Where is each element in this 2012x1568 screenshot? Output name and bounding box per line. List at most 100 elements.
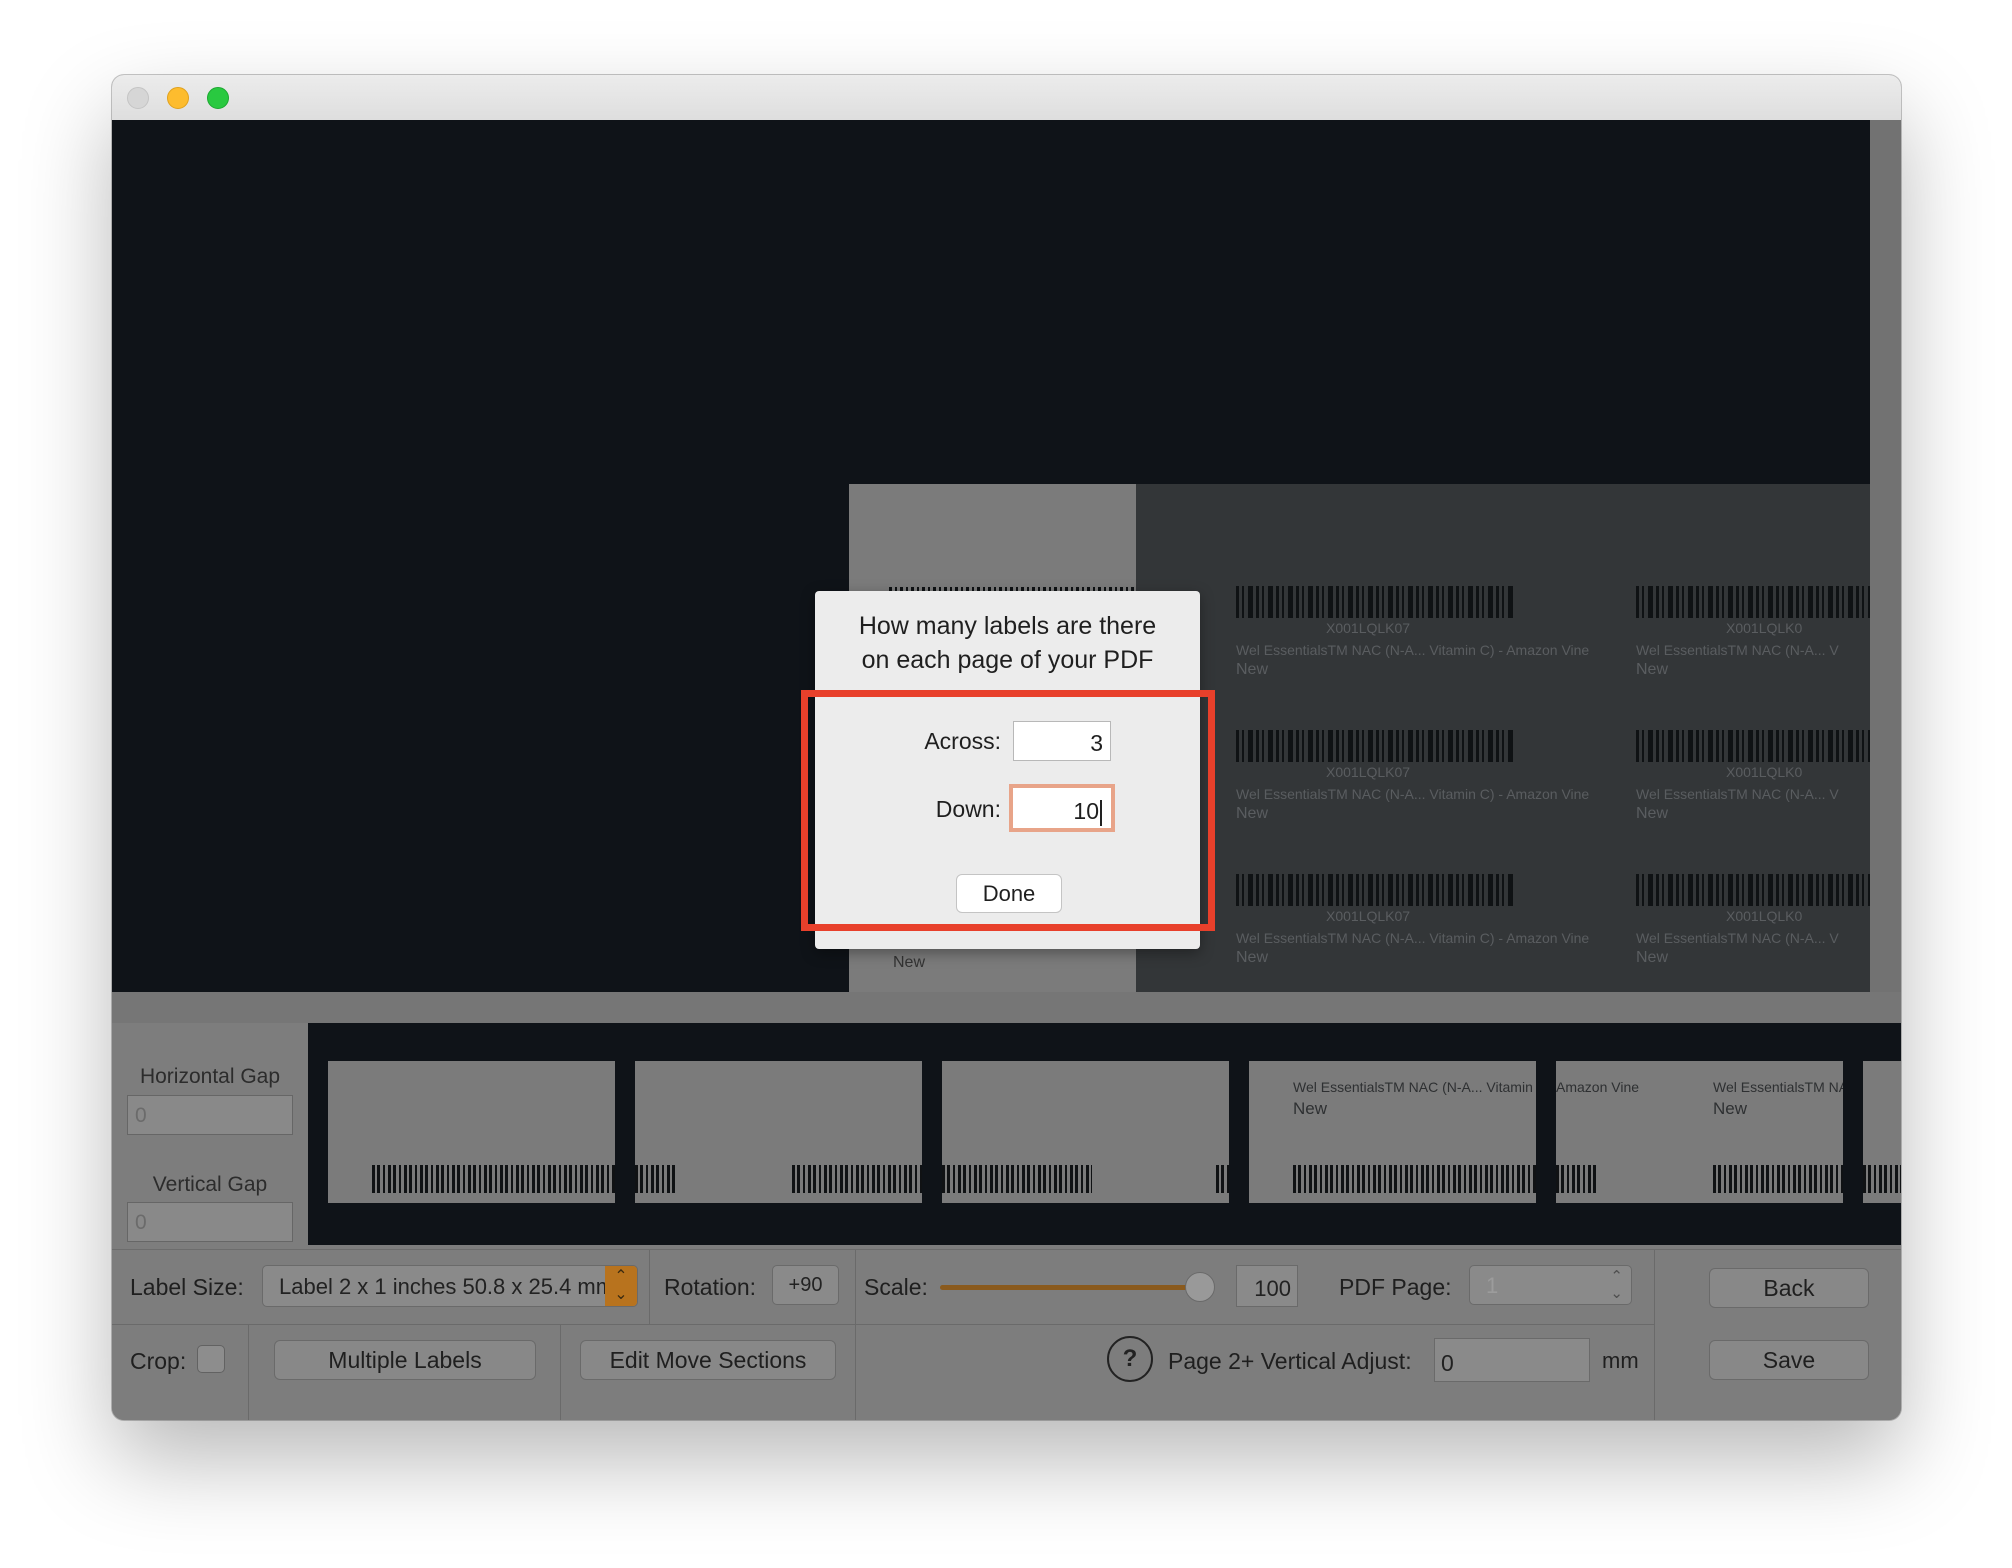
barcode [1236,874,1516,906]
barcode [1293,1165,1536,1193]
horizontal-gap-label: Horizontal Gap [139,1065,281,1088]
barcode [1236,730,1516,762]
label-condition: New [1636,805,1669,822]
toolbar-divider [1654,1250,1655,1420]
toolbar-divider [855,1250,856,1324]
pdf-page-stepper[interactable]: 1 ⌃ ⌄ [1469,1265,1632,1305]
gap-panel: Horizontal Gap 0 Vertical Gap 0 [112,1023,308,1249]
label-condition: New [1236,805,1269,822]
dialog-title: How many labels are there on each page o… [815,609,1200,677]
label-description: Wel EssentialsTM NAC (N-A... Vitamin C) … [1236,642,1590,658]
preview-label: X001LQLK0 Wel EssentialsTM NAC (N-A... V… [1636,874,1870,974]
barcode [1863,1165,1901,1193]
scale-slider-track[interactable] [940,1285,1202,1290]
label-description: Wel EssentialsTM NAC (N-A... Vitamin C) … [1236,786,1590,802]
preview-label: X001LQLK07 Wel EssentialsTM NAC (N-A... … [1236,730,1589,830]
barcode [1556,1165,1596,1193]
label-condition: New [1236,949,1269,966]
vertical-adjust-input[interactable]: 0 [1434,1338,1590,1382]
stepper-arrows-icon: ⌃ ⌄ [1610,1268,1623,1302]
edit-move-sections-button[interactable]: Edit Move Sections [580,1340,836,1380]
label-thumbnail[interactable] [942,1061,1229,1203]
label-thumbnail[interactable] [1863,1061,1901,1203]
label-code: X001LQLK07 [1326,908,1411,924]
label-thumbnail[interactable] [635,1061,922,1203]
label-description: Wel EssentialsTM NAC (N-A... Vitamin C) … [1293,1079,1536,1095]
pdf-page-value: 1 [1486,1273,1499,1298]
label-description: Wel EssentialsTM NAC (N-A... Vitamin C) … [1236,930,1590,946]
unit-label: mm [1602,1348,1639,1373]
label-thumbnail[interactable]: Amazon Vine Wel EssentialsTM NAC (N-A...… [1556,1061,1843,1203]
barcode [1216,1165,1229,1193]
label-code: X001LQLK0 [1726,908,1803,924]
vertical-scrollbar[interactable] [1870,120,1901,992]
label-description: Wel EssentialsTM NAC (N-A... V [1636,930,1839,946]
scale-slider-thumb[interactable] [1185,1272,1215,1302]
rotation-button[interactable]: +90 [772,1265,839,1305]
barcode [1636,730,1870,762]
label-condition: New [1636,661,1669,678]
label-thumbnail-strip[interactable]: Wel EssentialsTM NAC (N-A... Vitamin C) … [308,1023,1901,1245]
label-condition: New [1236,661,1269,678]
scale-input[interactable]: 100 [1236,1265,1298,1307]
horizontal-gap-input[interactable]: 0 [127,1095,293,1135]
label-size-value: Label 2 x 1 inches 50.8 x 25.4 mm [279,1274,615,1299]
label-code: X001LQLK0 [1726,620,1803,636]
barcode [1713,1165,1843,1193]
annotation-highlight-box [801,690,1215,931]
preview-label: X001LQLK0 Wel EssentialsTM NAC (N-A... V… [1636,586,1870,686]
barcode [635,1165,675,1193]
crop-label: Crop: [130,1348,187,1374]
preview-label: X001LQLK07 Wel EssentialsTM NAC (N-A... … [1236,874,1589,974]
rotation-label: Rotation: [664,1274,757,1300]
scale-label: Scale: [864,1274,928,1300]
label-thumbnail[interactable]: Wel EssentialsTM NAC (N-A... Vitamin C) … [1249,1061,1536,1203]
label-condition: New [893,954,926,971]
barcode [792,1165,922,1193]
multiple-labels-button[interactable]: Multiple Labels [274,1340,536,1380]
dialog-title-line: on each page of your PDF [861,646,1154,674]
label-code: X001LQLK0 [1726,764,1803,780]
vertical-adjust-label: Page 2+ Vertical Adjust: [1168,1348,1412,1374]
toolbar-divider [560,1324,561,1420]
label-code: X001LQLK07 [1326,764,1411,780]
dialog-title-line: How many labels are there [858,612,1157,640]
label-description: Wel EssentialsTM NAC (N-A... [1713,1079,1843,1095]
label-code: X001LQLK07 [1326,620,1411,636]
vertical-gap-input[interactable]: 0 [127,1202,293,1242]
barcode [942,1165,1092,1193]
preview-label: X001LQLK07 Wel EssentialsTM NAC (N-A... … [1236,586,1589,686]
barcode [372,1165,615,1193]
label-condition: New [1636,949,1669,966]
pdf-page-main-region: X001LQLK07 Wel EssentialsTM NAC (N-A... … [1136,484,1870,992]
label-description: Amazon Vine [1556,1079,1640,1095]
barcode [1636,874,1870,906]
preview-label: X001LQLK0 Wel EssentialsTM NAC (N-A... V… [1636,730,1870,830]
bottom-toolbar: Label Size: Label 2 x 1 inches 50.8 x 25… [112,1249,1901,1420]
label-condition: New [1713,1099,1748,1118]
horizontal-scrollbar[interactable] [112,992,1901,1023]
label-size-select[interactable]: Label 2 x 1 inches 50.8 x 25.4 mm ⌃ ⌄ [262,1265,638,1307]
label-size-label: Label Size: [130,1274,244,1300]
minimize-window-button[interactable] [167,87,189,109]
vertical-gap-label: Vertical Gap [152,1173,268,1196]
barcode [1236,586,1516,618]
help-icon[interactable]: ? [1107,1336,1153,1382]
chevron-up-down-icon: ⌃ ⌄ [605,1266,637,1306]
label-thumbnail[interactable] [328,1061,615,1203]
pdf-page-label: PDF Page: [1339,1274,1452,1300]
close-window-button[interactable] [127,87,149,109]
toolbar-divider [649,1250,650,1324]
label-description: Wel EssentialsTM NAC (N-A... V [1636,642,1839,658]
save-button[interactable]: Save [1709,1340,1869,1380]
back-button[interactable]: Back [1709,1268,1869,1308]
barcode [1636,586,1870,618]
label-condition: New [1293,1099,1328,1118]
toolbar-divider [112,1324,1654,1325]
label-description: Wel EssentialsTM NAC (N-A... V [1636,786,1839,802]
toolbar-divider [855,1324,856,1420]
crop-checkbox[interactable] [197,1345,225,1373]
toolbar-divider [248,1324,249,1420]
title-bar [112,75,1901,121]
zoom-window-button[interactable] [207,87,229,109]
